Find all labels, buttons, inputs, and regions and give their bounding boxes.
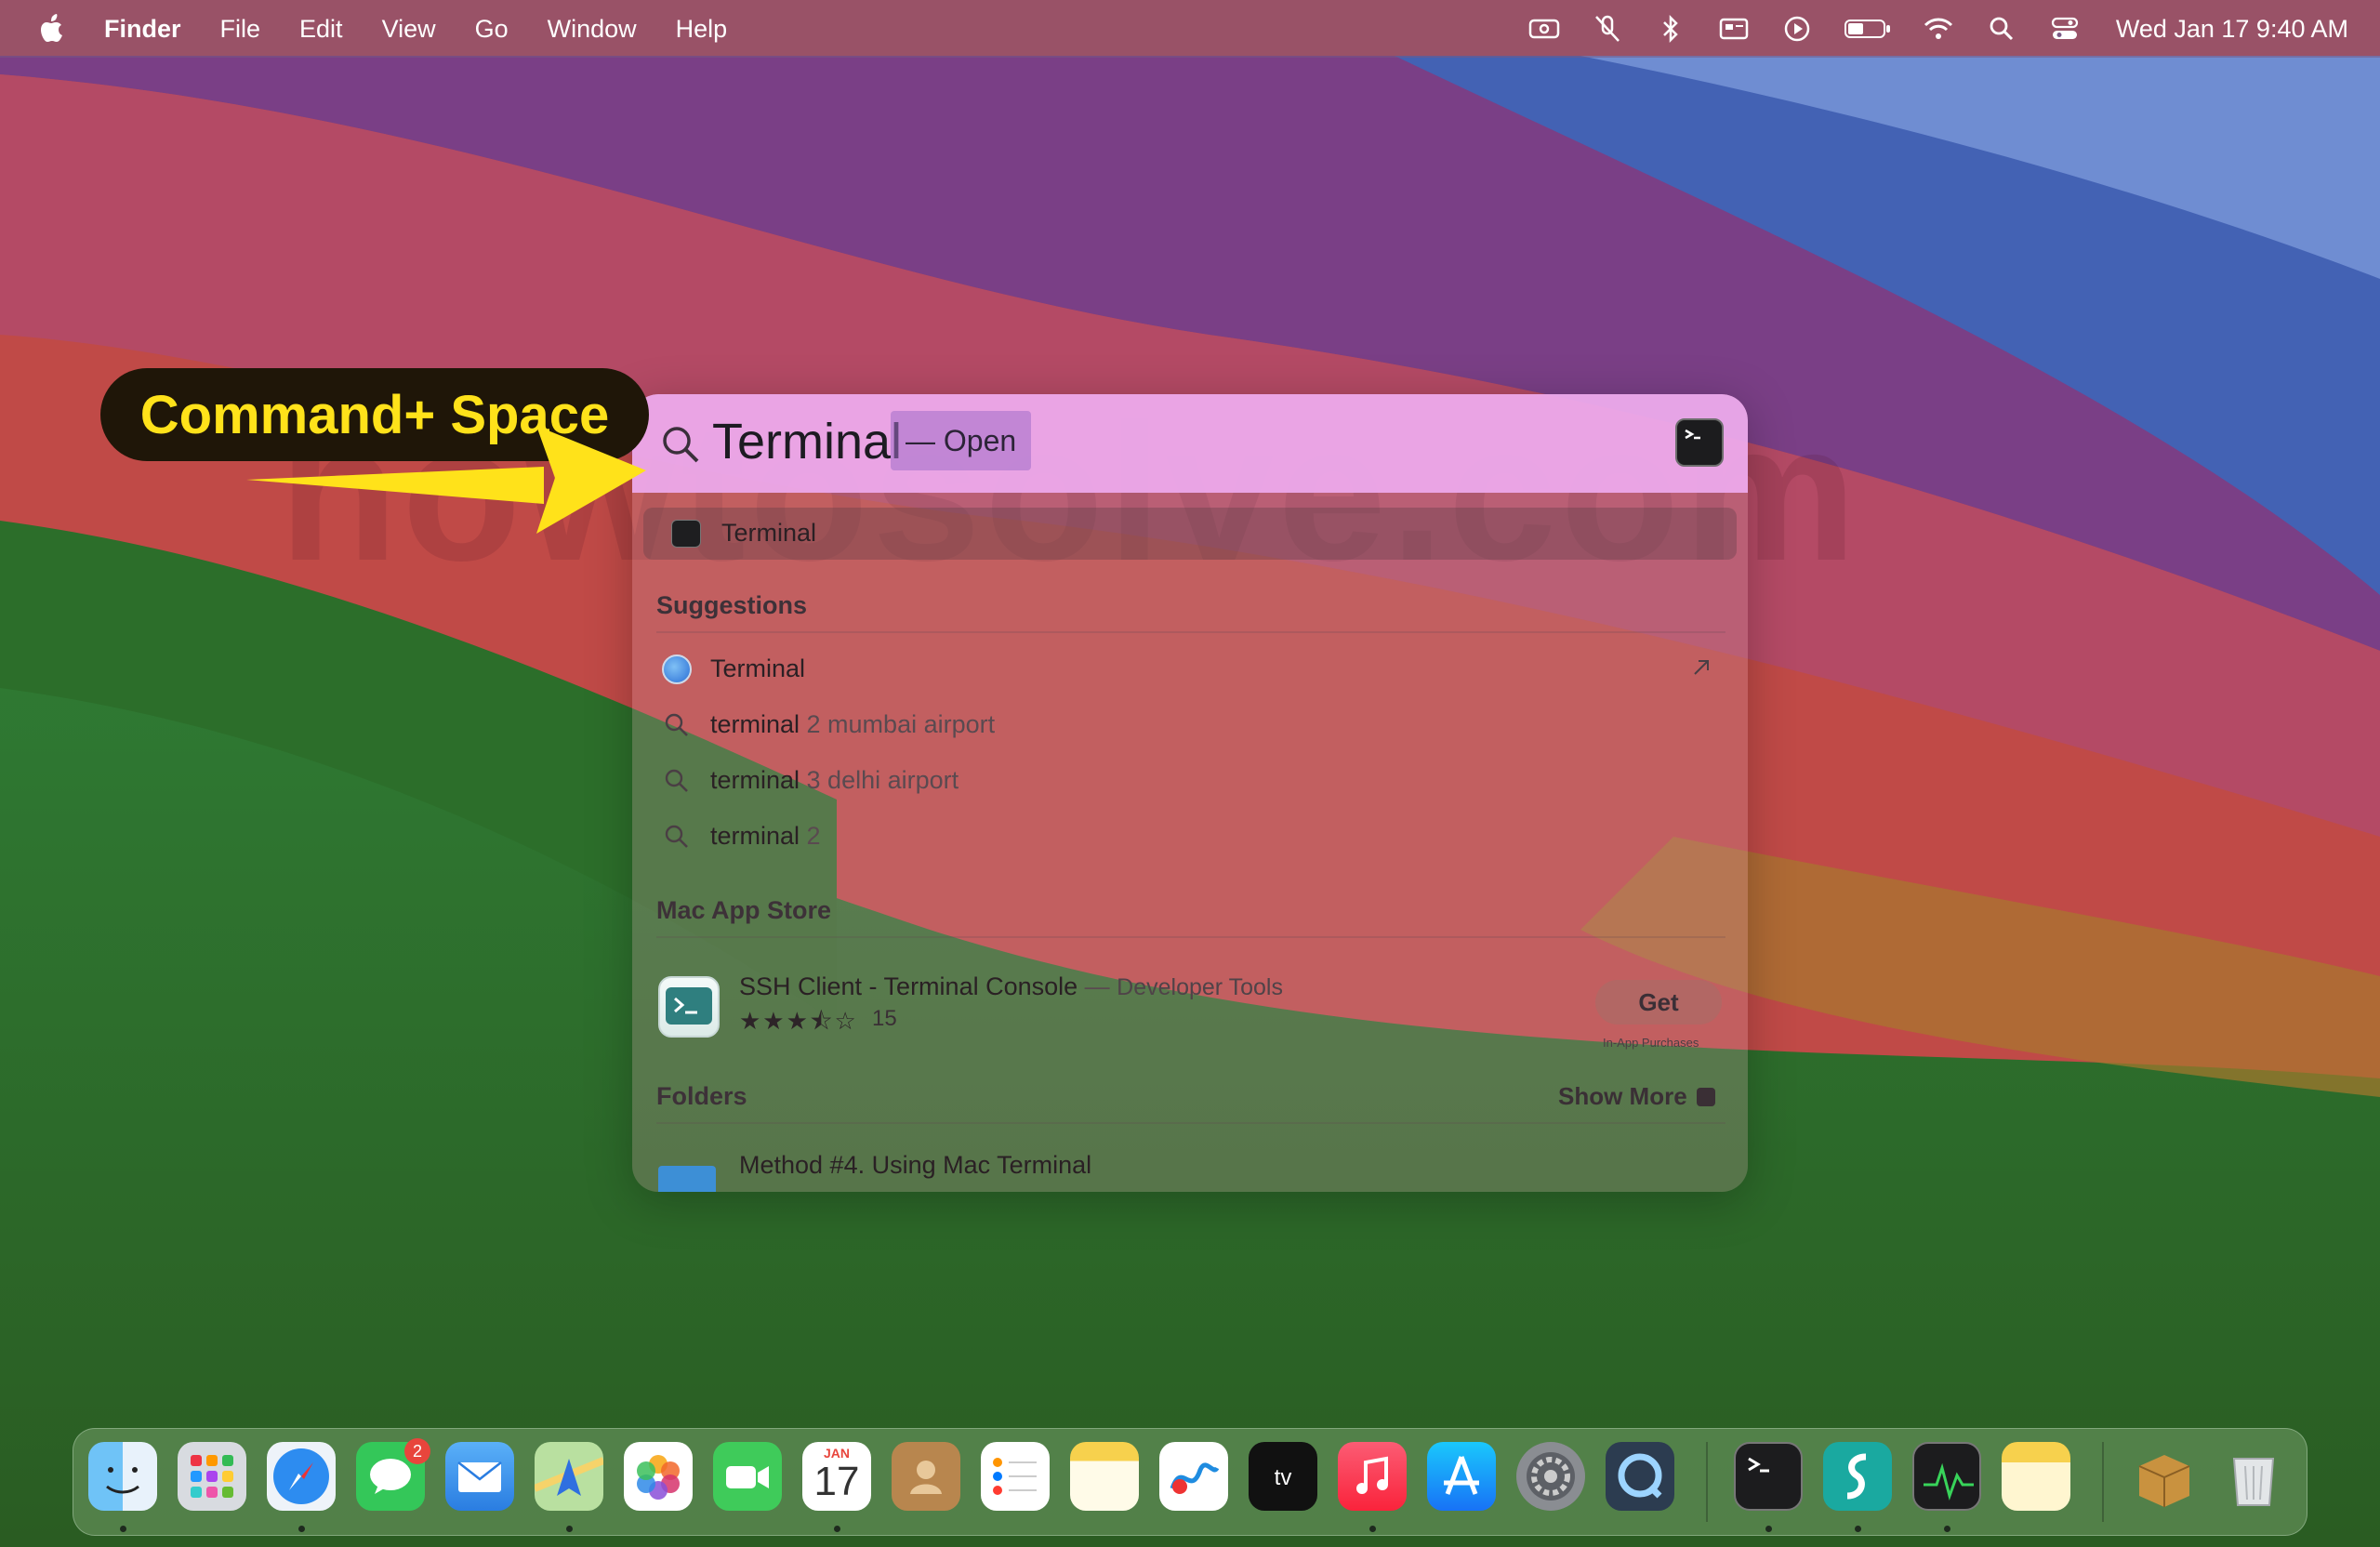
safari-icon — [662, 654, 692, 684]
rating-stars: ★★★⯪☆ — [739, 1007, 858, 1035]
dock: 2 JAN 17 tv — [73, 1428, 2307, 1536]
menu-go[interactable]: Go — [475, 15, 509, 44]
dock-notes-folder-icon[interactable] — [2002, 1442, 2070, 1511]
running-indicator — [1369, 1526, 1376, 1532]
search-icon — [665, 769, 688, 792]
dock-reminders-icon[interactable] — [981, 1442, 1050, 1511]
control-center-icon[interactable] — [2047, 11, 2082, 46]
dock-music-icon[interactable] — [1338, 1442, 1407, 1511]
dock-quicktime-icon[interactable] — [1606, 1442, 1674, 1511]
section-divider — [656, 936, 1726, 938]
suggestion-row[interactable]: terminal 2 mumbai airport — [632, 701, 1748, 749]
terminal-app-icon — [1675, 418, 1724, 467]
battery-icon[interactable] — [1843, 11, 1893, 46]
dock-freeform-icon[interactable] — [1159, 1442, 1228, 1511]
folder-result-name: Method #4. Using Mac Terminal — [739, 1151, 1092, 1179]
calendar-day: 17 — [813, 1459, 860, 1504]
spotlight-panel: Terminal — Open Terminal Suggestions Ter… — [632, 394, 1748, 1192]
dock-notes-icon[interactable] — [1070, 1442, 1139, 1511]
spotlight-search-icon[interactable] — [1984, 11, 2019, 46]
show-more-label: Show More — [1558, 1082, 1687, 1110]
wifi-icon[interactable] — [1921, 11, 1956, 46]
autocomplete-open-hint: — Open — [891, 411, 1032, 470]
dock-system-settings-icon[interactable] — [1516, 1442, 1585, 1511]
apple-logo-icon[interactable] — [33, 10, 71, 47]
bluetooth-icon[interactable] — [1653, 11, 1688, 46]
suggestion-label: terminal 3 delhi airport — [710, 766, 959, 794]
menu-bar: Finder File Edit View Go Window Help Wed… — [0, 0, 2380, 58]
running-indicator — [120, 1526, 126, 1532]
menu-finder[interactable]: Finder — [104, 15, 181, 44]
menu-window[interactable]: Window — [548, 15, 637, 44]
suggestion-label: terminal 2 mumbai airport — [710, 710, 996, 738]
search-icon — [665, 713, 688, 736]
search-icon — [665, 825, 688, 848]
messages-badge: 2 — [404, 1438, 430, 1464]
menu-file[interactable]: File — [220, 15, 261, 44]
mic-off-icon[interactable] — [1590, 11, 1625, 46]
svg-text:tv: tv — [1275, 1465, 1292, 1490]
suggestion-row[interactable]: terminal 3 delhi airport — [632, 757, 1748, 805]
app-store-result-name: SSH Client - Terminal Console — Develope… — [739, 972, 1283, 1000]
dock-calendar-icon[interactable]: JAN 17 — [802, 1442, 871, 1511]
dock-separator — [1706, 1442, 1708, 1522]
menu-edit[interactable]: Edit — [299, 15, 343, 44]
dock-tv-icon[interactable]: tv — [1249, 1442, 1317, 1511]
dock-facetime-icon[interactable] — [713, 1442, 782, 1511]
section-divider — [656, 1122, 1726, 1124]
rating-count: 15 — [872, 1006, 897, 1031]
annotation-arrow-icon — [246, 426, 646, 534]
folder-icon — [658, 1166, 716, 1192]
suggestion-label: terminal 2 — [710, 822, 821, 850]
folder-result-row[interactable]: Method #4. Using Mac Terminal — [632, 1147, 1748, 1192]
menu-view[interactable]: View — [382, 15, 436, 44]
suggestions-section-title: Suggestions — [656, 591, 808, 619]
dock-surfshark-icon[interactable] — [1823, 1442, 1892, 1511]
running-indicator — [1944, 1526, 1950, 1532]
show-more-button[interactable]: Show More — [1558, 1082, 1715, 1111]
suggestion-label: Terminal — [710, 654, 806, 682]
running-indicator — [566, 1526, 573, 1532]
dock-safari-icon[interactable] — [267, 1442, 336, 1511]
display-icon[interactable] — [1716, 11, 1752, 46]
arrow-box-icon — [1696, 1087, 1715, 1106]
open-external-arrow-icon — [1694, 660, 1709, 675]
section-divider — [656, 631, 1726, 633]
dock-contacts-icon[interactable] — [892, 1442, 960, 1511]
dock-maps-icon[interactable] — [535, 1442, 603, 1511]
dock-mail-icon[interactable] — [445, 1442, 514, 1511]
suggestion-row[interactable]: Terminal — [632, 645, 1748, 694]
dock-finder-icon[interactable] — [88, 1442, 157, 1511]
terminal-app-icon — [671, 520, 701, 548]
search-query-text[interactable]: Terminal — [712, 413, 902, 470]
screen-mirroring-icon[interactable] — [1527, 11, 1562, 46]
app-store-section-title: Mac App Store — [656, 896, 832, 924]
running-indicator — [834, 1526, 840, 1532]
play-icon[interactable] — [1779, 11, 1815, 46]
top-hit-label: Terminal — [721, 519, 817, 547]
menu-bar-status-area: Wed Jan 17 9:40 AM — [1499, 0, 2348, 58]
running-indicator — [298, 1526, 305, 1532]
menu-bar-clock[interactable]: Wed Jan 17 9:40 AM — [2116, 15, 2348, 44]
dock-photos-icon[interactable] — [624, 1442, 693, 1511]
running-indicator — [1765, 1526, 1772, 1532]
folders-section-title: Folders — [656, 1082, 747, 1110]
top-hit-row[interactable]: Terminal — [643, 508, 1737, 560]
ssh-client-app-icon — [658, 976, 720, 1038]
dock-separator — [2102, 1442, 2104, 1522]
menu-help[interactable]: Help — [676, 15, 728, 44]
dock-archive-utility-icon[interactable] — [2130, 1442, 2199, 1511]
running-indicator — [1855, 1526, 1861, 1532]
search-icon — [663, 427, 699, 463]
dock-launchpad-icon[interactable] — [178, 1442, 246, 1511]
suggestion-row[interactable]: terminal 2 — [632, 813, 1748, 861]
in-app-purchases-note: In-App Purchases — [1603, 1036, 1699, 1050]
get-button[interactable]: Get — [1595, 980, 1722, 1025]
dock-trash-icon[interactable] — [2219, 1442, 2288, 1511]
dock-activity-monitor-icon[interactable] — [1912, 1442, 1981, 1511]
spotlight-search-field[interactable]: Terminal — Open — [632, 394, 1748, 493]
dock-app-store-icon[interactable] — [1427, 1442, 1496, 1511]
dock-terminal-icon[interactable] — [1734, 1442, 1803, 1511]
app-store-result-row[interactable]: SSH Client - Terminal Console — Develope… — [632, 963, 1748, 1065]
